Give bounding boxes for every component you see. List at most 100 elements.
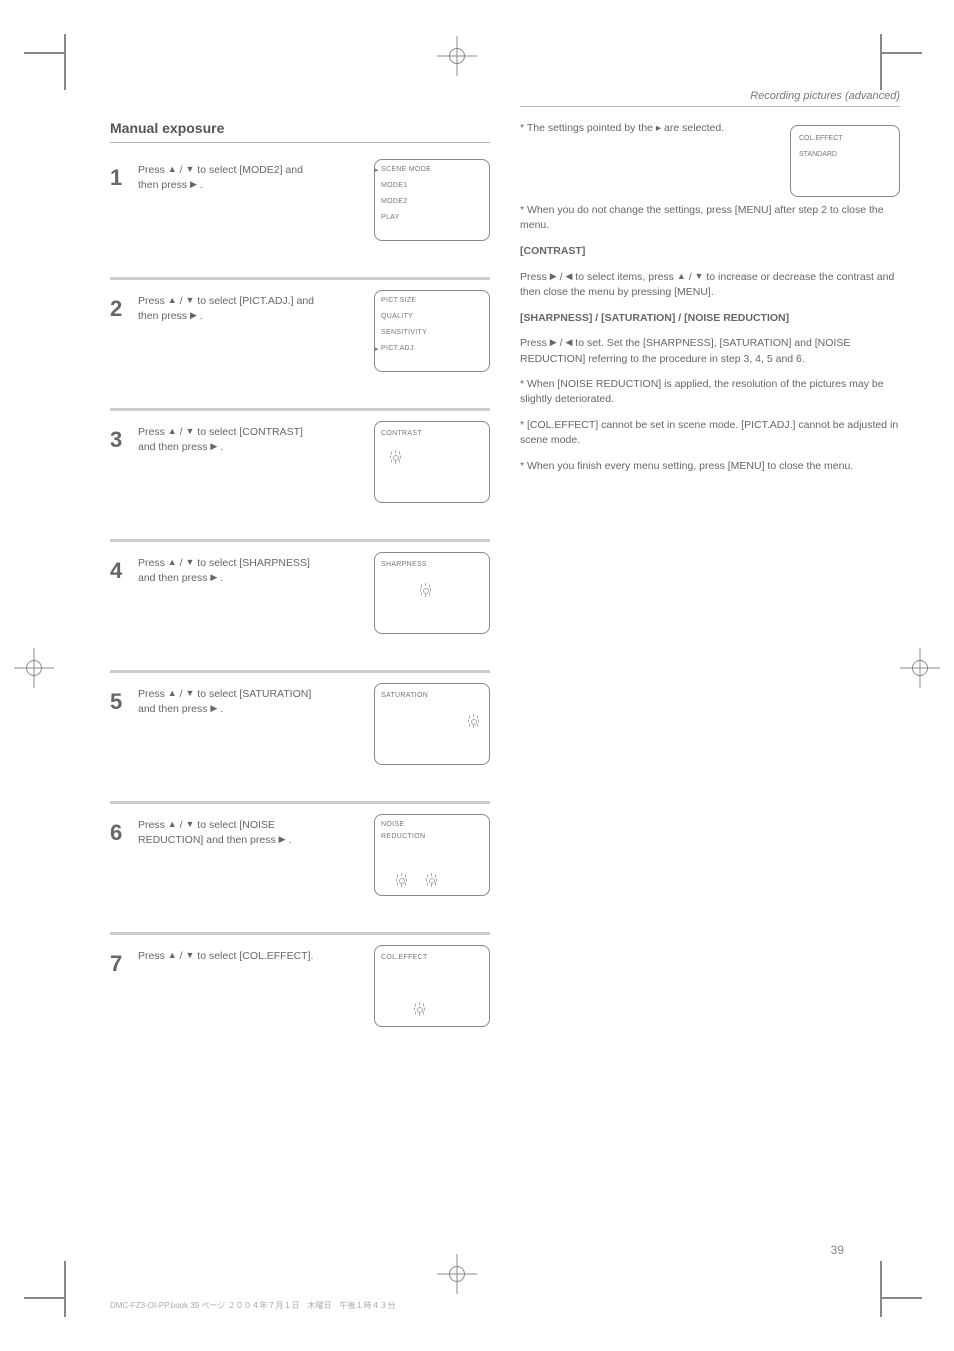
arrow-right-icon xyxy=(210,702,217,715)
t: . xyxy=(220,441,223,453)
lcd-row: MODE2 xyxy=(381,198,483,205)
t: / xyxy=(180,164,183,176)
t: / xyxy=(560,271,563,283)
step-text: Press / to select [SHARPNESS] and then p… xyxy=(138,556,318,585)
t: Press xyxy=(138,164,168,176)
lcd-row: PLAY xyxy=(381,214,483,221)
registration-mark-top xyxy=(437,36,477,76)
lcd-mock: NOISE REDUCTION xyxy=(374,814,490,896)
step-4: 4 Press / to select [SHARPNESS] and then… xyxy=(110,550,490,660)
registration-mark-left xyxy=(14,648,54,688)
t: . xyxy=(220,703,223,715)
running-head: Recording pictures (advanced) xyxy=(520,90,900,102)
lcd-row: PICT.ADJ. xyxy=(381,345,483,352)
heading: [SHARPNESS] / [SATURATION] / [NOISE REDU… xyxy=(520,312,789,324)
step-text: Press / to select [PICT.ADJ.] and then p… xyxy=(138,294,318,323)
lcd-mock-small: COL.EFFECT STANDARD xyxy=(790,125,900,197)
t: / xyxy=(180,295,183,307)
rbox-line: STANDARD xyxy=(799,150,837,160)
t: . xyxy=(288,834,291,846)
arrow-down-icon xyxy=(185,163,194,176)
arrow-down-icon xyxy=(185,556,194,569)
arrow-up-icon xyxy=(168,425,177,438)
step-number: 3 xyxy=(110,427,136,453)
t: to select items, press xyxy=(575,271,677,283)
lcd-label: COL.EFFECT xyxy=(381,954,483,961)
step-5: 5 Press / to select [SATURATION] and the… xyxy=(110,681,490,791)
t: are selected. xyxy=(664,122,724,134)
t: Press xyxy=(138,426,168,438)
t: / xyxy=(180,819,183,831)
t: / xyxy=(560,337,563,349)
registration-mark-right xyxy=(900,648,940,688)
t: * When you finish every menu setting, pr… xyxy=(520,459,900,474)
step-text: Press / to select [NOISE REDUCTION] and … xyxy=(138,818,318,847)
lcd-mock: SATURATION xyxy=(374,683,490,765)
arrow-right-icon xyxy=(550,270,557,283)
right-column: Recording pictures (advanced) COL.EFFECT… xyxy=(520,90,900,485)
t: / xyxy=(180,557,183,569)
arrow-down-icon xyxy=(185,687,194,700)
arrow-left-icon xyxy=(565,270,572,283)
body-text: COL.EFFECT STANDARD * The settings point… xyxy=(520,121,900,474)
step-2: 2 Press / to select [PICT.ADJ.] and then… xyxy=(110,288,490,398)
t: * When [NOISE REDUCTION] is applied, the… xyxy=(520,377,900,407)
step-3: 3 Press / to select [CONTRAST] and then … xyxy=(110,419,490,529)
lcd-label: SATURATION xyxy=(381,692,483,699)
arrow-left-icon xyxy=(565,336,572,349)
brightness-icon xyxy=(389,448,401,466)
divider xyxy=(110,539,490,542)
arrow-up-icon xyxy=(168,687,177,700)
step-number: 2 xyxy=(110,296,136,322)
arrow-down-icon xyxy=(185,425,194,438)
t: Press xyxy=(520,337,550,349)
step-number: 4 xyxy=(110,558,136,584)
lcd-label: REDUCTION xyxy=(381,833,483,840)
lcd-mock: CONTRAST xyxy=(374,421,490,503)
arrow-right-icon xyxy=(190,178,197,191)
lcd-label: SHARPNESS xyxy=(381,561,483,568)
arrow-up-icon xyxy=(168,818,177,831)
lcd-mock: COL.EFFECT xyxy=(374,945,490,1027)
brightness-icon xyxy=(395,871,407,889)
t: * The settings pointed by the xyxy=(520,122,656,134)
t: / xyxy=(180,950,183,962)
arrow-right-icon xyxy=(190,309,197,322)
section-title-left: Manual exposure xyxy=(110,120,490,136)
arrow-down-icon xyxy=(695,270,704,283)
t: Press xyxy=(138,688,168,700)
step-6: 6 Press / to select [NOISE REDUCTION] an… xyxy=(110,812,490,922)
lcd-mock: PICT.SIZE QUALITY SENSITIVITY PICT.ADJ. xyxy=(374,290,490,372)
t: Press xyxy=(520,271,550,283)
lcd-label: CONTRAST xyxy=(381,430,483,437)
lcd-row: SCENE MODE xyxy=(381,166,483,173)
brightness-icon xyxy=(419,581,431,599)
arrow-down-icon xyxy=(185,949,194,962)
step-number: 7 xyxy=(110,951,136,977)
cursor-icon: ▸ xyxy=(656,122,661,134)
lcd-row: PICT.SIZE xyxy=(381,297,483,304)
t: / xyxy=(180,688,183,700)
page-number: 39 xyxy=(831,1243,844,1257)
divider xyxy=(110,142,490,143)
t: Press xyxy=(138,295,168,307)
lcd-label: NOISE xyxy=(381,821,483,828)
footer-filestamp: DMC-FZ3-OI-PP.book 39 ページ ２００４年７月１日 木曜日 … xyxy=(110,1300,396,1311)
step-1: 1 Press / to select [MODE2] and then pre… xyxy=(110,157,490,267)
arrow-up-icon xyxy=(677,270,686,283)
lcd-mock: SCENE MODE MODE1 MODE2 PLAY xyxy=(374,159,490,241)
lcd-row: MODE1 xyxy=(381,182,483,189)
arrow-up-icon xyxy=(168,294,177,307)
arrow-down-icon xyxy=(185,294,194,307)
divider xyxy=(110,670,490,673)
arrow-up-icon xyxy=(168,949,177,962)
arrow-right-icon xyxy=(279,833,286,846)
divider xyxy=(110,277,490,280)
lcd-row: SENSITIVITY xyxy=(381,329,483,336)
arrow-right-icon xyxy=(210,440,217,453)
t: Press xyxy=(138,950,168,962)
t: / xyxy=(689,271,692,283)
t: Press xyxy=(138,819,168,831)
divider xyxy=(110,932,490,935)
step-number: 1 xyxy=(110,165,136,191)
